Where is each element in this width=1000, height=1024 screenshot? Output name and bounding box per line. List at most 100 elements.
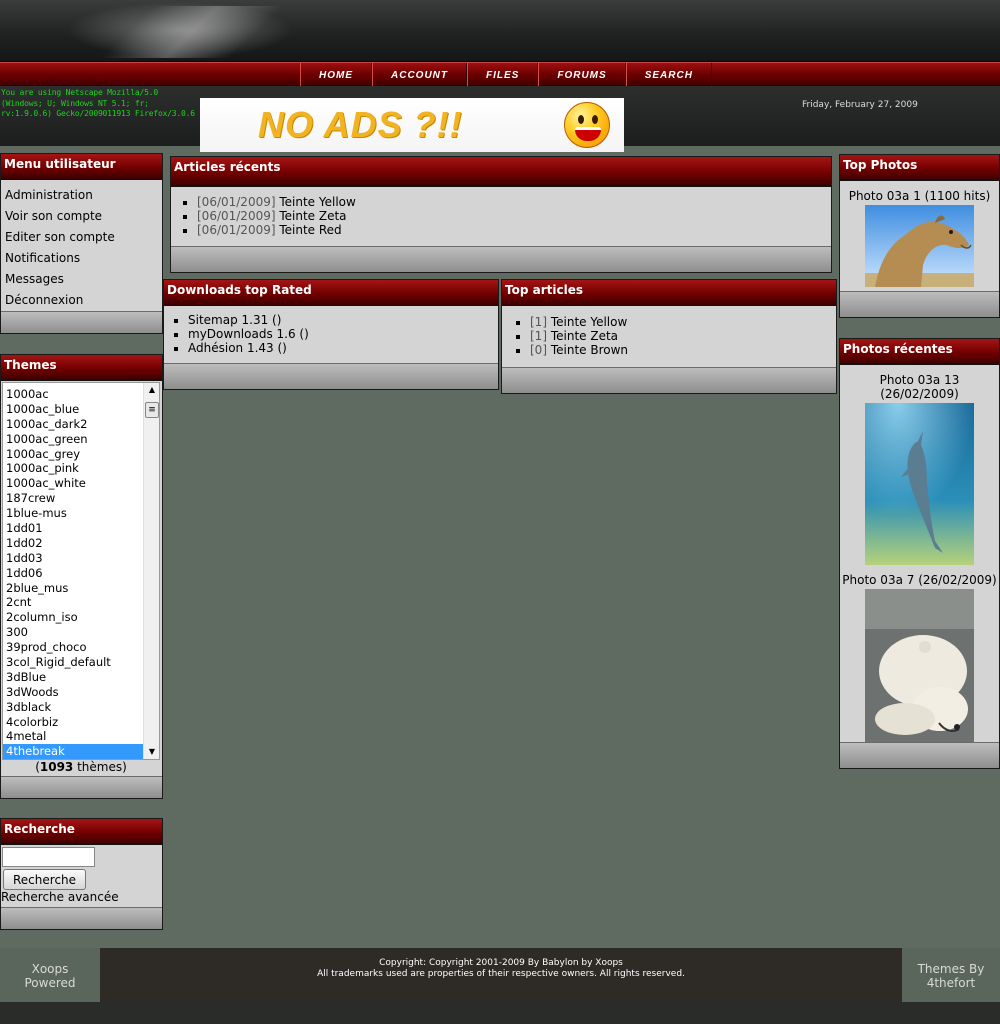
theme-option[interactable]: 3dblack <box>3 700 145 715</box>
theme-option[interactable]: 3dBlue <box>3 670 145 685</box>
scroll-up-icon[interactable]: ▲ <box>144 383 159 397</box>
menu-item-administration[interactable]: Administration <box>1 186 162 207</box>
themes-block: Themes 1000ac 1000ac_blue 1000ac_dark2 1000… <box>0 354 163 799</box>
themes-listbox[interactable]: 1000ac 1000ac_blue 1000ac_dark2 1000ac_gree… <box>2 382 160 760</box>
scroll-thumb[interactable]: ≡ <box>145 402 159 418</box>
theme-option[interactable]: 1000ac_dark2 <box>3 417 145 432</box>
nav-search[interactable]: SEARCH <box>625 63 712 87</box>
nav-home[interactable]: HOME <box>300 63 372 87</box>
theme-option[interactable]: 1dd02 <box>3 536 145 551</box>
theme-option[interactable]: 1blue-mus <box>3 506 145 521</box>
footer-copyright: Copyright: Copyright 2001-2009 By Babylo… <box>100 948 902 1002</box>
block-footer <box>1 776 162 798</box>
user-menu-block: Menu utilisateur Administration Voir son… <box>0 153 163 334</box>
footer-bottom-bar <box>0 1002 1000 1024</box>
top-articles-title: Top articles <box>502 280 836 306</box>
polar-bear-photo-icon[interactable] <box>865 589 974 751</box>
block-footer <box>171 246 831 272</box>
ad-banner[interactable]: NO ADS ?!! <box>200 98 624 152</box>
scroll-down-icon[interactable]: ▼ <box>144 745 159 759</box>
theme-option[interactable]: 1000ac_pink <box>3 461 145 476</box>
block-footer <box>502 367 836 393</box>
theme-option[interactable]: 39prod_choco <box>3 640 145 655</box>
current-date: Friday, February 27, 2009 <box>802 100 918 110</box>
top-photos-title: Top Photos <box>840 155 999 181</box>
theme-option[interactable]: 1dd01 <box>3 521 145 536</box>
dolphin-photo-icon[interactable] <box>865 403 974 565</box>
top-photos-block: Top Photos Photo 03a 1 (1100 hits) <box>839 154 1000 318</box>
camel-photo-icon[interactable] <box>865 205 974 287</box>
search-block: Recherche Recherche Recherche avancée <box>0 818 163 930</box>
menu-item-messages[interactable]: Messages <box>1 270 162 291</box>
theme-option[interactable]: 187crew <box>3 491 145 506</box>
theme-option[interactable]: 3dWoods <box>3 685 145 700</box>
theme-option[interactable]: 4thebreak <box>3 744 145 759</box>
block-footer <box>840 742 999 768</box>
list-item: [1] Teinte Zeta <box>530 329 836 343</box>
list-item: [06/01/2009] Teinte Red <box>197 223 831 237</box>
header-banner <box>0 0 1000 62</box>
downloads-block: Downloads top Rated Sitemap 1.31 () myDo… <box>163 279 499 390</box>
article-link[interactable]: Teinte Red <box>279 223 341 237</box>
download-link[interactable]: Adhésion 1.43 () <box>188 341 287 355</box>
theme-option[interactable]: 1dd03 <box>3 551 145 566</box>
themes-title: Themes <box>1 355 162 381</box>
article-link[interactable]: Teinte Yellow <box>279 195 355 209</box>
theme-option[interactable]: 4metal <box>3 729 145 744</box>
themes-count: (1093 thèmes) <box>35 760 127 774</box>
theme-option[interactable]: 1dd06 <box>3 566 145 581</box>
list-item: [0] Teinte Brown <box>530 343 836 357</box>
search-input[interactable] <box>2 847 95 867</box>
block-footer <box>1 311 162 333</box>
menu-item-edit-account[interactable]: Editer son compte <box>1 228 162 249</box>
theme-option[interactable]: 300 <box>3 625 145 640</box>
user-menu-title: Menu utilisateur <box>1 154 162 180</box>
theme-option[interactable]: 2cnt <box>3 595 145 610</box>
theme-option[interactable]: 4colorbiz <box>3 715 145 730</box>
themes-by-credit[interactable]: Themes By 4thefort <box>902 948 1000 1002</box>
recent-articles-block: Articles récents [06/01/2009] Teinte Yel… <box>170 156 832 273</box>
theme-option[interactable]: 1000ac_green <box>3 432 145 447</box>
themes-scrollbar[interactable]: ▲ ≡ ▼ <box>143 383 159 759</box>
theme-option[interactable]: 2blue_mus <box>3 581 145 596</box>
nav-account[interactable]: ACCOUNT <box>372 63 467 87</box>
download-link[interactable]: myDownloads 1.6 () <box>188 327 309 341</box>
theme-option[interactable]: 1000ac <box>3 387 145 402</box>
theme-option[interactable]: 1000ac_grey <box>3 447 145 462</box>
theme-option[interactable]: 1000ac_blue <box>3 402 145 417</box>
footer: Xoops Powered Copyright: Copyright 2001-… <box>0 948 1000 1002</box>
photo-caption: Photo 03a 7 (26/02/2009) <box>842 573 997 587</box>
block-footer <box>840 291 999 317</box>
block-footer <box>1 907 162 929</box>
menu-item-view-account[interactable]: Voir son compte <box>1 207 162 228</box>
theme-option[interactable]: 3col_Rigid_default <box>3 655 145 670</box>
recent-photos-title: Photos récentes <box>840 339 999 365</box>
top-articles-block: Top articles [1] Teinte Yellow [1] Teint… <box>501 279 837 394</box>
download-link[interactable]: Sitemap 1.31 () <box>188 313 281 327</box>
photo-caption: Photo 03a 13 (26/02/2009) <box>879 373 960 401</box>
advanced-search-link[interactable]: Recherche avancée <box>1 890 119 904</box>
article-link[interactable]: Teinte Zeta <box>551 329 618 343</box>
recent-photos-block: Photos récentes Photo 03a 13 (26/02/2009… <box>839 338 1000 769</box>
article-link[interactable]: Teinte Yellow <box>551 315 627 329</box>
xoops-powered-badge[interactable]: Xoops Powered <box>0 948 100 1002</box>
subheader: You are using Netscape Mozilla/5.0 (Wind… <box>0 86 1000 152</box>
list-item: [06/01/2009] Teinte Yellow <box>197 195 831 209</box>
menu-item-notifications[interactable]: Notifications <box>1 249 162 270</box>
list-item: [1] Teinte Yellow <box>530 315 836 329</box>
browser-info: You are using Netscape Mozilla/5.0 (Wind… <box>1 88 195 118</box>
search-title: Recherche <box>1 819 162 845</box>
article-link[interactable]: Teinte Brown <box>551 343 628 357</box>
nav-forums[interactable]: FORUMS <box>538 63 626 87</box>
theme-option[interactable]: 1000ac_white <box>3 476 145 491</box>
downloads-title: Downloads top Rated <box>164 280 498 306</box>
smiley-icon <box>564 102 610 148</box>
nav-files[interactable]: FILES <box>467 63 539 87</box>
menu-item-logout[interactable]: Déconnexion <box>1 291 162 312</box>
search-button[interactable]: Recherche <box>3 869 87 890</box>
main-nav: HOME ACCOUNT FILES FORUMS SEARCH <box>0 62 1000 87</box>
list-item: Adhésion 1.43 () <box>188 341 498 355</box>
theme-option[interactable]: 2column_iso <box>3 610 145 625</box>
list-item: Sitemap 1.31 () <box>188 313 498 327</box>
article-link[interactable]: Teinte Zeta <box>279 209 346 223</box>
